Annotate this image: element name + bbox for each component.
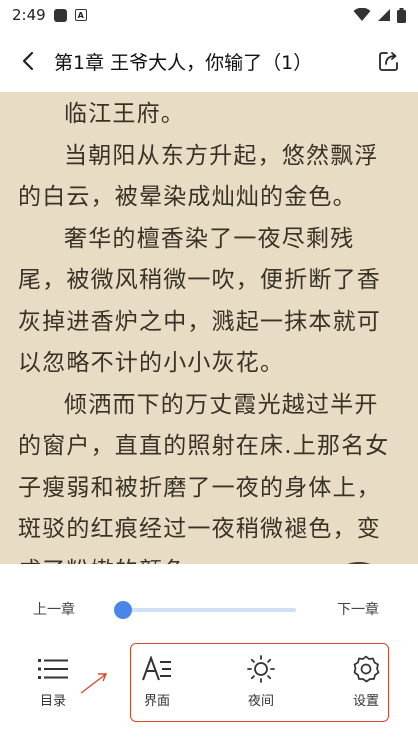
status-bar: 2:49 A: [0, 0, 418, 30]
chapter-body: 临江王府。 当朝阳从东方升起，悠然飘浮的白云，被晕染成灿灿的金色。 奢华的檀香染…: [0, 92, 418, 564]
app-notification-icon: A: [74, 9, 87, 21]
reader-header: 第1章 王爷大人，你输了（1）: [0, 30, 418, 92]
reading-area[interactable]: 临江王府。 当朝阳从东方升起，悠然飘浮的白云，被晕染成灿灿的金色。 奢华的檀香染…: [0, 92, 418, 564]
notification-icon: [53, 8, 67, 22]
annotation-arrow-icon: [80, 673, 108, 694]
status-time: 2:49: [12, 6, 46, 24]
toc-label: 目录: [39, 694, 66, 709]
next-chapter-button[interactable]: 下一章: [337, 599, 379, 619]
chapter-progress-slider[interactable]: [118, 608, 296, 612]
paragraph: 当朝阳从东方升起，悠然飘浮的白云，被晕染成灿灿的金色。: [18, 142, 379, 211]
list-icon: [38, 659, 68, 679]
wifi-icon: [353, 8, 371, 21]
progress-slider-handle[interactable]: [114, 601, 133, 619]
battery-icon: [397, 7, 406, 23]
chapter-progress-row: 上一章 下一章: [0, 594, 418, 624]
signal-icon: [378, 9, 390, 21]
paragraph: 临江王府。: [64, 101, 185, 127]
paragraph: 奢华的檀香染了一夜尽剩残尾，被微风稍微一吹，便折断了香灰掉进香炉之中，溅起一抹本…: [18, 225, 381, 377]
paragraph: 倾洒而下的万丈霞光越过半开的窗户，直直的照射在床.上那名女子瘦弱和被折磨了一夜的…: [18, 391, 390, 565]
back-arrow-icon: [22, 51, 34, 71]
chapter-title: 第1章 王爷大人，你输了（1）: [54, 51, 313, 74]
share-button[interactable]: [376, 48, 402, 74]
annotation-highlight-box: [130, 643, 389, 722]
toc-button[interactable]: 目录: [23, 654, 83, 714]
share-icon: [379, 52, 398, 71]
prev-chapter-button[interactable]: 上一章: [33, 599, 75, 619]
back-button[interactable]: [16, 49, 40, 73]
